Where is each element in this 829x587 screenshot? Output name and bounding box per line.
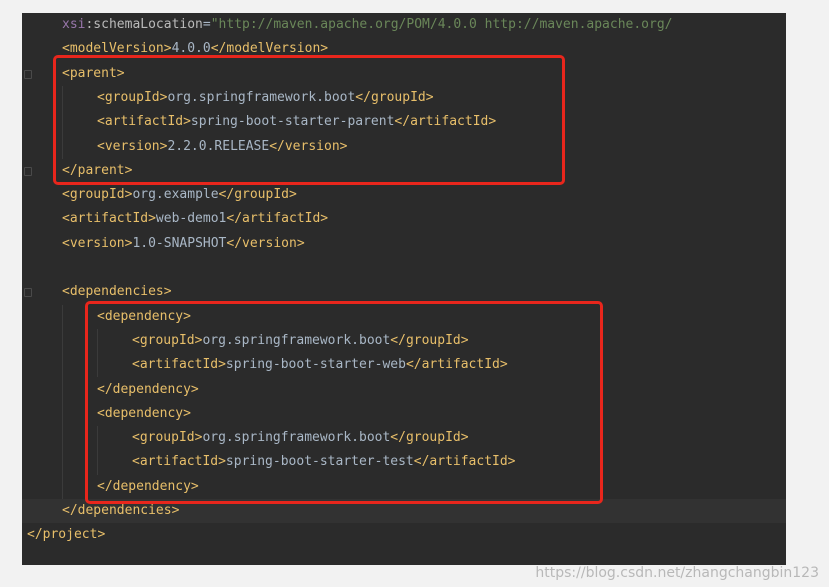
code-token: 1.0-SNAPSHOT xyxy=(132,235,227,251)
code-token: <groupId> xyxy=(62,187,133,203)
parent-highlight-box xyxy=(53,55,565,185)
code-token: </version> xyxy=(226,235,305,251)
code-token: :schemaLocation xyxy=(85,17,203,32)
code-token: <dependencies> xyxy=(62,284,172,300)
indent-guide xyxy=(62,304,63,499)
code-token: web-demo1 xyxy=(155,211,227,227)
code-line[interactable]: xsi:schemaLocation="http://maven.apache.… xyxy=(22,13,786,37)
code-token: </groupId> xyxy=(218,187,297,203)
code-token: <version> xyxy=(62,235,133,251)
code-token: = xyxy=(202,17,211,32)
watermark: https://blog.csdn.net/zhangchangbin123 xyxy=(535,565,819,581)
code-editor[interactable]: xsi:schemaLocation="http://maven.apache.… xyxy=(22,13,786,565)
code-token: </dependencies> xyxy=(62,503,180,518)
code-token: <artifactId> xyxy=(62,211,156,227)
code-line[interactable]: <version>1.0-SNAPSHOT</version> xyxy=(22,232,786,256)
code-token: </project> xyxy=(27,527,106,543)
code-token: "http://maven.apache.org/POM/4.0.0 http:… xyxy=(210,17,673,32)
code-token: </artifactId> xyxy=(226,211,329,227)
code-token: org.example xyxy=(132,187,219,203)
code-line[interactable]: </project> xyxy=(22,523,786,547)
code-line[interactable] xyxy=(22,256,786,280)
dependencies-highlight-box xyxy=(85,301,603,504)
code-token: xsi xyxy=(62,17,86,32)
code-line[interactable]: <artifactId>web-demo1</artifactId> xyxy=(22,207,786,231)
code-line[interactable]: <groupId>org.example</groupId> xyxy=(22,183,786,207)
